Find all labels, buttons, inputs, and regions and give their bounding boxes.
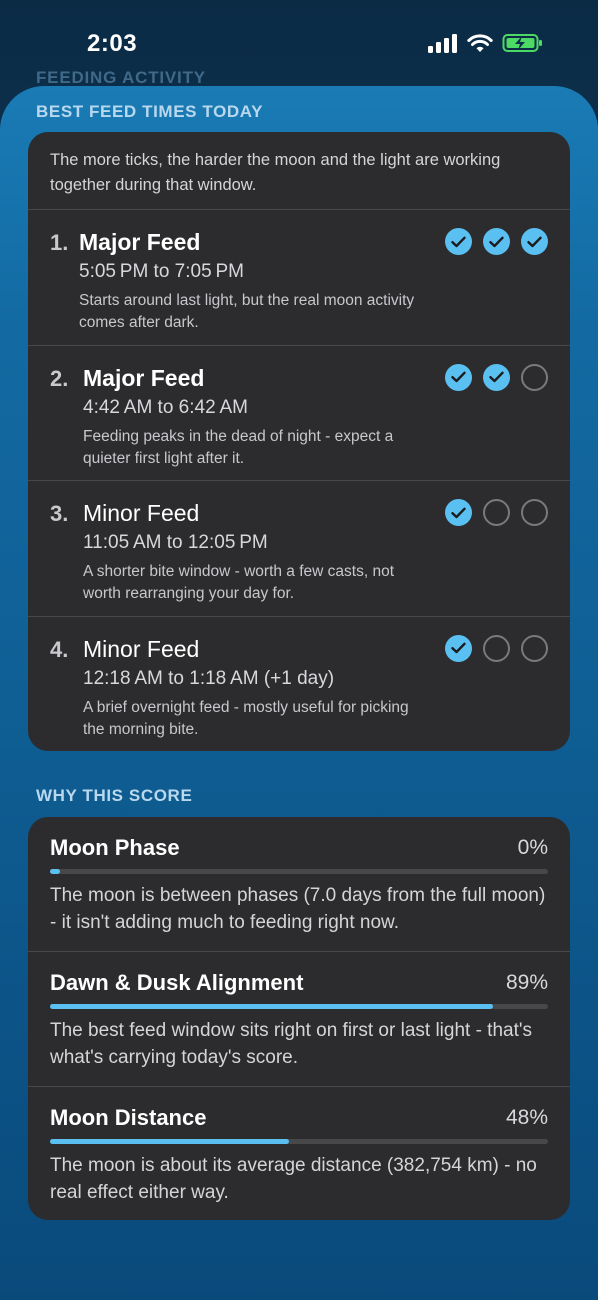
score-factor-percent: 0% (517, 836, 548, 859)
feed-time: 11:05 AM to 12:05 PM (83, 532, 268, 553)
score-factor-description: The moon is about its average distance (… (50, 1155, 537, 1203)
feed-ticks (445, 363, 548, 391)
score-factor-bar-fill (50, 869, 60, 874)
feed-ticks (445, 499, 548, 526)
status-bar: 2:03 (0, 0, 598, 70)
feed-rank: 2. (50, 365, 69, 391)
feed-time: 12:18 AM to 1:18 AM (+1 day) (83, 667, 335, 689)
score-factor-description: The moon is between phases (7.0 days fro… (50, 885, 546, 933)
score-factor-bar (50, 1139, 548, 1144)
feed-rank: 1. (50, 230, 69, 255)
feed-item[interactable]: 2. Major Feed 4:42 AM to 6:42 AM Feeding… (28, 346, 570, 481)
best-feed-title: BEST FEED TIMES TODAY (36, 102, 264, 121)
check-circle-icon (445, 363, 472, 391)
score-factor-label: Dawn & Dusk Alignment (50, 970, 304, 995)
feed-rank: 3. (50, 501, 69, 526)
empty-circle-icon (521, 499, 548, 526)
empty-circle-icon (521, 634, 548, 662)
wifi-icon (467, 34, 493, 52)
status-time: 2:03 (87, 30, 138, 57)
score-factor: Dawn & Dusk Alignment 89% The best feed … (28, 952, 570, 1087)
feed-item[interactable]: 1. Major Feed 5:05 PM to 7:05 PM Starts … (28, 210, 570, 346)
score-factor: Moon Phase 0% The moon is between phases… (28, 817, 570, 952)
check-circle-icon (483, 363, 510, 391)
feed-description: Starts around last light, but the real m… (79, 292, 415, 331)
best-feed-intro: The more ticks, the harder the moon and … (28, 132, 570, 210)
score-factor-bar-fill (50, 1004, 494, 1009)
feed-time: 5:05 PM to 7:05 PM (79, 261, 244, 282)
feed-item[interactable]: 3. Minor Feed 11:05 AM to 12:05 PM A sho… (28, 481, 570, 617)
signal-icon (428, 34, 457, 53)
feed-description: A shorter bite window - worth a few cast… (83, 563, 394, 602)
score-factor-bar-fill (50, 1139, 290, 1144)
empty-circle-icon (521, 363, 548, 391)
feed-name: Major Feed (83, 364, 205, 391)
feed-name: Minor Feed (83, 500, 200, 526)
score-details-sheet: BEST FEED TIMES TODAY The more ticks, th… (0, 86, 598, 1300)
score-factor-description: The best feed window sits right on first… (50, 1020, 533, 1068)
check-circle-icon (445, 634, 472, 662)
feed-name: Major Feed (79, 229, 201, 255)
check-circle-icon (521, 228, 548, 255)
check-circle-icon (445, 499, 472, 526)
feed-time: 4:42 AM to 6:42 AM (83, 396, 248, 418)
best-feed-card: The more ticks, the harder the moon and … (28, 132, 570, 751)
check-circle-icon (483, 228, 510, 255)
battery-charging-icon (502, 34, 542, 52)
feed-ticks (445, 634, 548, 662)
why-score-card: Moon Phase 0% The moon is between phases… (28, 817, 570, 1220)
score-factor-bar (50, 1004, 548, 1009)
feed-rank: 4. (50, 636, 69, 662)
score-factor: Moon Distance 48% The moon is about its … (28, 1087, 570, 1220)
feed-ticks (445, 228, 548, 255)
check-circle-icon (445, 228, 472, 255)
status-icons (428, 33, 544, 53)
feeding-activity-title: FEEDING ACTIVITY (36, 68, 206, 87)
feed-description: A brief overnight feed - mostly useful f… (83, 698, 409, 738)
score-factor-percent: 48% (505, 1106, 548, 1129)
score-factor-label: Moon Distance (50, 1105, 207, 1130)
score-factor-bar (50, 869, 548, 874)
empty-circle-icon (483, 634, 510, 662)
score-factor-label: Moon Phase (50, 835, 180, 860)
feed-name: Minor Feed (83, 635, 200, 662)
feed-description: Feeding peaks in the dead of night - exp… (83, 427, 394, 467)
why-score-title: WHY THIS SCORE (36, 786, 193, 805)
feed-item[interactable]: 4. Minor Feed 12:18 AM to 1:18 AM (+1 da… (28, 617, 570, 752)
score-factor-percent: 89% (505, 971, 548, 994)
empty-circle-icon (483, 499, 510, 526)
